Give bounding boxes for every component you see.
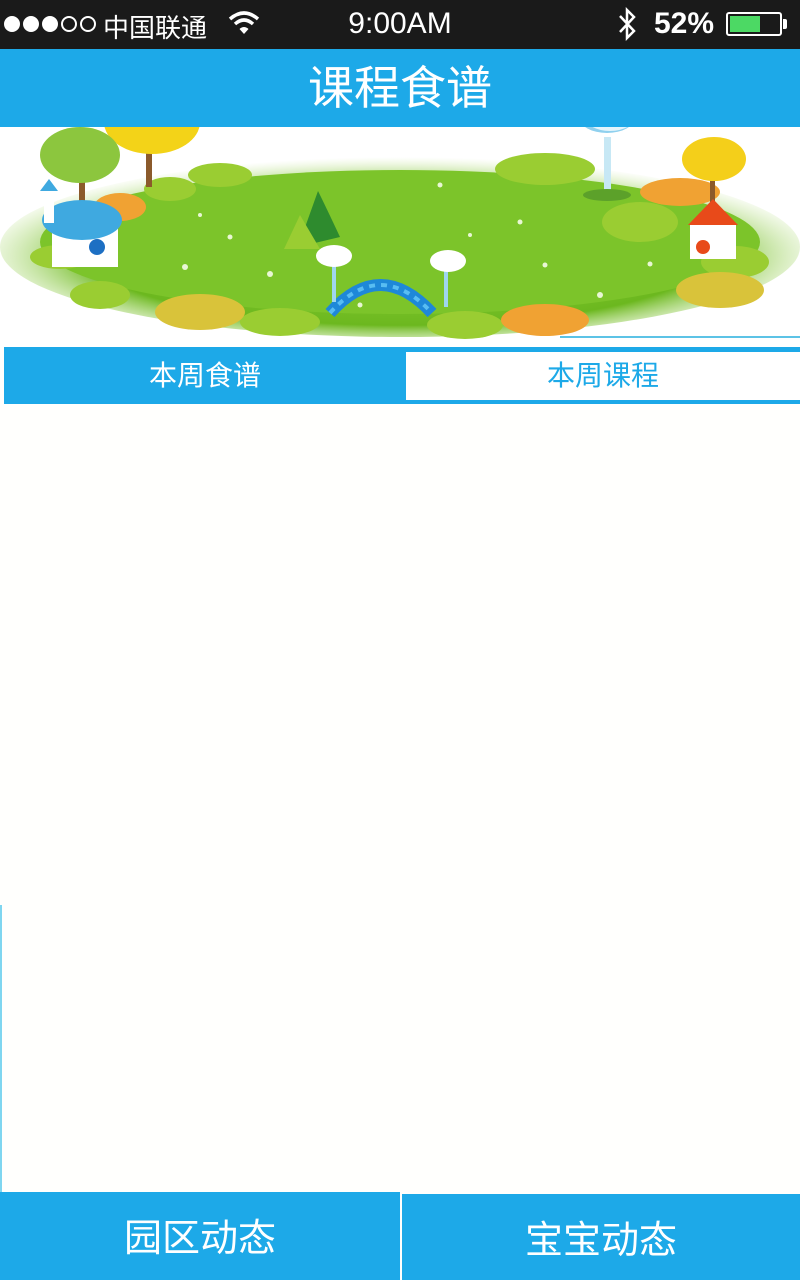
battery-cap xyxy=(783,19,787,29)
scroll-indicator xyxy=(0,905,2,1192)
baby-news-button[interactable]: 宝宝动态 xyxy=(402,1194,800,1280)
page-title-bar: 课程食谱 xyxy=(0,49,800,127)
battery-icon xyxy=(726,12,782,36)
status-bar: 中国联通 9:00AM 52% xyxy=(0,0,800,49)
tab-bar: 本周食谱 本周课程 xyxy=(0,347,800,405)
bluetooth-icon xyxy=(616,6,638,48)
tab-weekly-menu[interactable]: 本周食谱 xyxy=(4,347,406,404)
banner-illustration xyxy=(0,127,800,347)
content-area[interactable] xyxy=(0,405,800,1192)
tab-weekly-courses[interactable]: 本周课程 xyxy=(406,347,800,404)
bottom-nav: 园区动态 宝宝动态 xyxy=(0,1192,800,1280)
page-title: 课程食谱 xyxy=(308,61,492,115)
battery-level xyxy=(730,16,760,32)
battery-percent: 52% xyxy=(654,7,715,40)
campus-news-button[interactable]: 园区动态 xyxy=(0,1192,400,1280)
